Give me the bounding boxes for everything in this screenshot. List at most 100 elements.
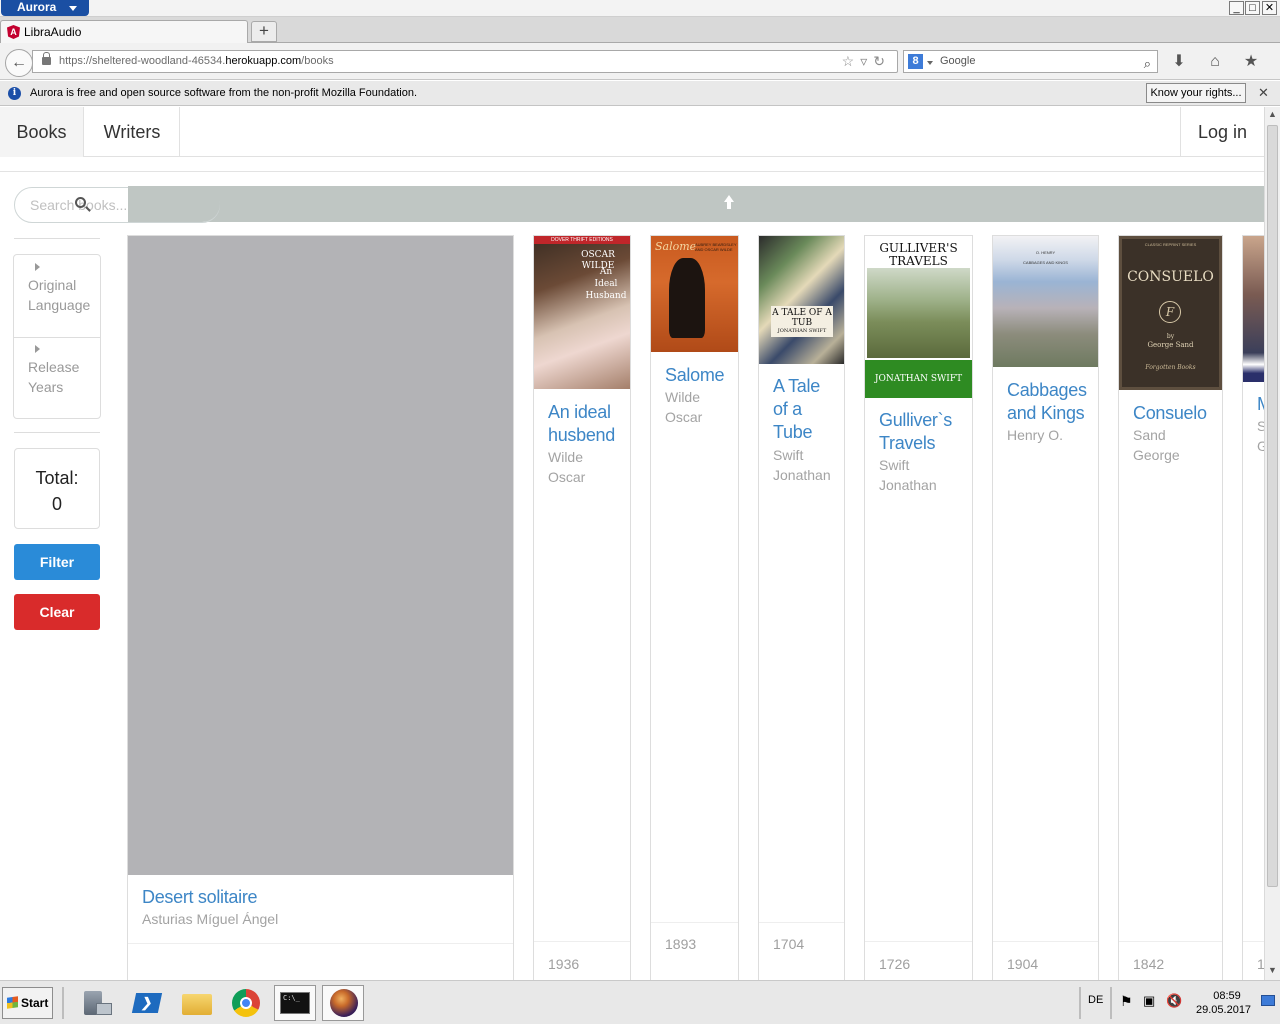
tab-libraaudio[interactable]: A LibraAudio [0, 20, 248, 43]
bookmark-star-icon[interactable]: ☆ [842, 53, 861, 69]
divider [0, 171, 1264, 172]
book-title[interactable]: Desert solitaire [142, 886, 258, 909]
google-icon: 8 [908, 54, 923, 69]
action-center-flag-icon[interactable]: ⚑ [1120, 993, 1133, 1010]
book-author-line: George [1133, 447, 1180, 463]
windows-logo-icon [7, 996, 18, 1009]
book-author: Swift Jonathan [773, 445, 831, 485]
book-title[interactable]: Gulliver`s Travels [879, 409, 952, 455]
window-titlebar: Aurora _ □ ✕ [0, 0, 1280, 17]
network-icon[interactable]: ▣ [1143, 993, 1155, 1009]
facet-original-language[interactable]: Original Language [14, 255, 100, 315]
divider [865, 941, 972, 942]
book-author-line: Oscar [548, 469, 586, 485]
reload-icon[interactable]: ↻ [873, 53, 891, 69]
aurora-icon [330, 989, 358, 1017]
url-bar[interactable]: https://sheltered-woodland-46534.herokua… [32, 50, 898, 73]
scroll-to-top-bar[interactable] [128, 186, 1264, 222]
web-search-field[interactable]: 8 Google ⌕ [903, 50, 1158, 73]
book-year: 1936 [548, 956, 580, 972]
book-card[interactable]: CLASSIC REPRINT SERIES CONSUELO F by Geo… [1118, 235, 1223, 980]
search-engine-dropdown-icon[interactable] [927, 61, 933, 65]
book-card[interactable]: Salome AUBREY BEARDSLEY AND OSCAR WILDE … [650, 235, 739, 980]
show-desktop-icon[interactable] [1261, 995, 1275, 1006]
filter-button[interactable]: Filter [14, 544, 100, 580]
scrollbar-thumb[interactable] [1267, 125, 1278, 887]
book-cover-image: CLASSIC REPRINT SERIES CONSUELO F by Geo… [1119, 236, 1222, 390]
url-bar-icons: ☆▿↻ [842, 51, 891, 72]
book-card[interactable]: A TALE OF A TUB JONATHAN SWIFT A Tale of… [758, 235, 845, 980]
book-author-line: Jonathan [879, 477, 937, 493]
clear-button[interactable]: Clear [14, 594, 100, 630]
clock[interactable]: 08:59 [1209, 989, 1245, 1003]
divider [651, 922, 738, 923]
book-title[interactable]: An ideal husbend [548, 401, 615, 447]
book-card[interactable]: DOVER THRIFT EDITIONS OSCAR WILDE An Ide… [533, 235, 631, 980]
dropdown-icon[interactable]: ▿ [860, 53, 873, 69]
facet-release-years[interactable]: Release Years [14, 337, 100, 397]
divider [128, 943, 513, 944]
cover-title: GULLIVER'S TRAVELS [865, 242, 972, 268]
scroll-up-icon[interactable]: ▲ [1268, 109, 1277, 119]
book-title[interactable]: M [1257, 393, 1264, 416]
scroll-down-icon[interactable]: ▼ [1268, 965, 1277, 975]
search-icon[interactable]: ⌕ [1144, 53, 1151, 74]
start-button[interactable]: Start [2, 987, 53, 1019]
book-card[interactable]: M S G 1 [1242, 235, 1264, 980]
book-year: 1904 [1007, 956, 1039, 972]
start-label: Start [21, 996, 49, 1010]
book-title[interactable]: A Tale of a Tube [773, 375, 820, 444]
nav-writers[interactable]: Writers [84, 107, 180, 157]
notification-bar: i Aurora is free and open source softwar… [0, 81, 1280, 106]
book-title[interactable]: Salome [665, 364, 725, 387]
nav-login[interactable]: Log in [1181, 107, 1264, 157]
aurora-app[interactable] [322, 985, 364, 1021]
vertical-scrollbar[interactable]: ▲ ▼ [1264, 107, 1280, 980]
close-icon[interactable]: ✕ [1258, 81, 1269, 105]
command-prompt-app[interactable]: C:\_ [274, 985, 316, 1021]
book-title[interactable]: Consuelo [1133, 402, 1207, 425]
book-card[interactable]: Desert solitaire Asturias Míguel Ángel [127, 235, 514, 980]
close-window-button[interactable]: ✕ [1262, 1, 1277, 15]
maximize-button[interactable]: □ [1245, 1, 1260, 15]
back-button[interactable]: ← [5, 49, 33, 77]
book-author: Wilde Oscar [665, 387, 702, 427]
cover-publisher: Forgotten Books [1145, 364, 1196, 371]
server-manager-app[interactable] [76, 985, 118, 1021]
book-card[interactable]: GULLIVER'S TRAVELS JONATHAN SWIFT Gulliv… [864, 235, 973, 980]
bookmarks-menu-icon[interactable]: ★ [1240, 52, 1262, 72]
taskbar-divider [1110, 987, 1112, 1019]
book-title-line: Tube [773, 422, 813, 442]
taskbar: Start ❯ C:\_ DE ⚑ ▣ 🔇 08:59 29.05.2017 [0, 980, 1280, 1024]
book-year: 1893 [665, 936, 697, 952]
console-icon: C:\_ [280, 992, 310, 1014]
downloads-icon[interactable]: ⬇ [1168, 52, 1190, 72]
home-icon[interactable]: ⌂ [1204, 52, 1226, 72]
navigation-toolbar: ← https://sheltered-woodland-46534.herok… [0, 43, 1280, 80]
new-tab-button[interactable]: + [251, 21, 277, 42]
minimize-button[interactable]: _ [1229, 1, 1244, 15]
file-explorer-app[interactable] [176, 985, 218, 1021]
book-card[interactable]: O. HENRY CABBAGES AND KINGS Cabbages and… [992, 235, 1099, 980]
app-menu-button[interactable]: Aurora [1, 0, 89, 16]
arrow-up-icon [723, 195, 735, 211]
powershell-app[interactable]: ❯ [126, 985, 168, 1021]
cover-series: DOVER THRIFT EDITIONS [534, 236, 630, 244]
cover-title: Salome [655, 240, 697, 253]
book-author-line: Swift [879, 457, 910, 473]
speaker-muted-icon[interactable]: 🔇 [1166, 993, 1182, 1009]
book-author-line: Sand [1133, 427, 1166, 443]
book-author: Swift Jonathan [879, 455, 937, 495]
tab-strip: A LibraAudio + [0, 17, 1280, 43]
cover-author: JONATHAN SWIFT [865, 360, 972, 398]
search-overlay [128, 186, 220, 222]
keyboard-language[interactable]: DE [1088, 994, 1103, 1006]
divider [993, 941, 1098, 942]
book-title[interactable]: Cabbages and Kings [1007, 379, 1087, 425]
nav-books[interactable]: Books [0, 107, 84, 157]
chrome-app[interactable] [226, 985, 268, 1021]
angular-favicon-icon: A [7, 25, 20, 39]
facet-label: Original [28, 277, 77, 293]
cover-title-line: A TALE OF A TUB [772, 308, 832, 328]
know-your-rights-button[interactable]: Know your rights... [1146, 83, 1246, 103]
